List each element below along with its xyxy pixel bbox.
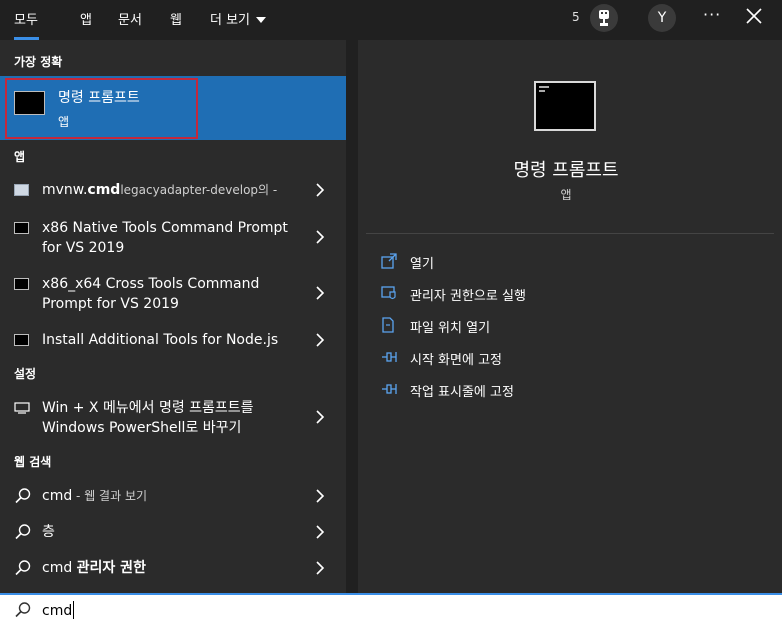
tab-web[interactable]: 웹 — [170, 9, 182, 28]
app-result-label: x86_x64 Cross Tools Command Prompt for V… — [42, 276, 260, 312]
more-options-icon[interactable]: ··· — [703, 5, 721, 24]
app-result-mvnw[interactable]: mvnw.cmdlegacyadapter-develop의 - — [0, 176, 346, 204]
search-box[interactable]: cmd — [0, 593, 782, 623]
best-match-type: 앱 — [58, 115, 70, 129]
open-action[interactable]: 열기 — [380, 250, 680, 274]
web-result-label: cmd 관리자 권한 — [42, 560, 146, 576]
tab-apps[interactable]: 앱 — [80, 9, 92, 28]
pin-to-taskbar-label: 작업 표시줄에 고정 — [410, 385, 514, 400]
tab-documents[interactable]: 문서 — [118, 9, 142, 28]
shield-icon — [381, 286, 396, 300]
trophy-icon — [599, 10, 609, 26]
search-input[interactable]: cmd — [42, 601, 75, 619]
run-as-admin-label: 관리자 권한으로 실행 — [410, 289, 526, 304]
console-icon — [14, 222, 29, 234]
text-cursor — [73, 601, 75, 619]
web-search-heading: 웹 검색 — [14, 455, 52, 469]
folder-icon — [382, 317, 394, 333]
search-icon — [15, 488, 31, 504]
rewards-points: 5 — [572, 10, 580, 24]
results-pane: 가장 정확 명령 프롬프트 앱 앱 mvnw.cmdlegacyadapter-… — [0, 40, 346, 593]
rewards-button[interactable] — [590, 4, 618, 32]
command-prompt-icon — [14, 91, 45, 115]
chevron-down-icon — [256, 16, 267, 23]
tab-all[interactable]: 모두 — [14, 9, 38, 28]
pin-to-start-label: 시작 화면에 고정 — [410, 353, 502, 368]
command-prompt-icon — [534, 81, 596, 131]
chevron-right-icon — [316, 410, 325, 424]
settings-result-powershell[interactable]: Win + X 메뉴에서 명령 프롬프트를 Windows PowerShell… — [0, 396, 346, 440]
open-action-label: 열기 — [410, 257, 434, 272]
search-icon — [15, 602, 31, 618]
preview-title: 명령 프롬프트 — [513, 160, 619, 181]
chevron-right-icon — [316, 286, 325, 300]
top-bar: 모두 앱 문서 웹 더 보기 5 Y ··· — [0, 0, 782, 40]
open-file-location-action[interactable]: 파일 위치 열기 — [380, 314, 680, 338]
web-result-label: cmd - 웹 결과 보기 — [42, 488, 148, 504]
avatar[interactable]: Y — [648, 4, 676, 32]
web-result-label: 층 — [42, 524, 55, 540]
app-result-x86-native-tools[interactable]: x86 Native Tools Command Prompt for VS 2… — [0, 216, 346, 260]
best-match-name: 명령 프롬프트 — [58, 90, 140, 106]
run-as-admin-action[interactable]: 관리자 권한으로 실행 — [380, 282, 680, 306]
app-result-label: Install Additional Tools for Node.js — [42, 332, 279, 348]
console-icon — [14, 278, 29, 290]
display-icon — [14, 402, 30, 414]
app-result-label: mvnw.cmdlegacyadapter-develop의 - — [42, 182, 278, 198]
chevron-right-icon — [316, 333, 325, 347]
pin-to-taskbar-action[interactable]: 작업 표시줄에 고정 — [380, 378, 680, 402]
chevron-right-icon — [316, 489, 325, 503]
pin-icon — [382, 384, 397, 394]
chevron-right-icon — [316, 230, 325, 244]
search-icon — [15, 560, 31, 576]
chevron-right-icon — [316, 561, 325, 575]
search-input-value: cmd — [42, 603, 73, 619]
app-result-x86-x64-cross-tools[interactable]: x86_x64 Cross Tools Command Prompt for V… — [0, 272, 346, 316]
pin-icon — [382, 352, 397, 362]
chevron-right-icon — [316, 183, 325, 197]
pin-to-start-action[interactable]: 시작 화면에 고정 — [380, 346, 680, 370]
app-result-node-tools[interactable]: Install Additional Tools for Node.js — [0, 328, 346, 354]
web-result-cmd-admin[interactable]: cmd 관리자 권한 — [0, 556, 346, 582]
open-icon — [381, 253, 397, 269]
app-result-label: x86 Native Tools Command Prompt for VS 2… — [42, 220, 288, 256]
tab-more[interactable]: 더 보기 — [210, 9, 267, 28]
open-file-location-label: 파일 위치 열기 — [410, 321, 491, 336]
script-file-icon — [14, 184, 29, 196]
chevron-right-icon — [316, 525, 325, 539]
apps-heading: 앱 — [14, 150, 26, 164]
settings-heading: 설정 — [14, 367, 37, 381]
close-icon[interactable] — [744, 6, 764, 26]
search-icon — [15, 524, 31, 540]
tab-more-label: 더 보기 — [210, 13, 251, 28]
divider — [366, 233, 774, 234]
preview-pane: 명령 프롬프트 앱 열기 관리자 권한으로 실행 파일 위치 열기 시작 화면에… — [358, 40, 782, 593]
settings-result-label: Win + X 메뉴에서 명령 프롬프트를 Windows PowerShell… — [42, 400, 254, 436]
console-icon — [14, 334, 29, 346]
preview-type: 앱 — [560, 188, 572, 202]
best-match-heading: 가장 정확 — [14, 55, 63, 69]
web-result-cmd[interactable]: cmd - 웹 결과 보기 — [0, 484, 346, 510]
web-result-suggestion[interactable]: 층 — [0, 520, 346, 546]
